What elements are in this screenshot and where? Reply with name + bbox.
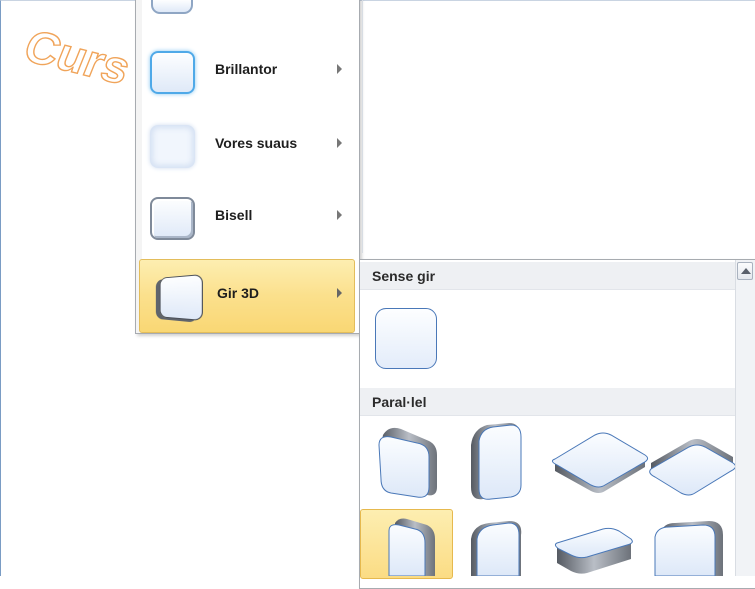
section-title: Paral·lel xyxy=(372,394,427,410)
menu-item-label: Vores suaus xyxy=(215,135,298,151)
glow-effect-icon xyxy=(150,51,195,94)
menu-item-glow[interactable]: Brillantor xyxy=(138,36,354,108)
shadow-effect-icon[interactable] xyxy=(151,0,193,14)
menu-item-3d-rotation[interactable]: Gir 3D xyxy=(139,259,355,333)
preset-off-axis-1-left[interactable] xyxy=(378,427,437,498)
preset-isometric-left-down[interactable] xyxy=(554,527,633,574)
bevel-effect-icon xyxy=(150,197,195,240)
scroll-up-button[interactable] xyxy=(737,262,753,280)
parallel-presets-row-1 xyxy=(378,423,735,500)
submenu-arrow-icon xyxy=(337,138,342,148)
parallel-presets-row-2 xyxy=(388,518,723,577)
submenu-arrow-icon xyxy=(337,64,342,74)
preset-isometric-top-up[interactable] xyxy=(551,432,649,493)
preset-isometric-bottom-down[interactable] xyxy=(649,439,735,496)
menu-item-label: Gir 3D xyxy=(217,285,260,301)
submenu-arrow-icon xyxy=(337,288,342,298)
menu-item-bevel[interactable]: Bisell xyxy=(138,182,354,254)
preset-isometric-right-up[interactable] xyxy=(654,521,723,576)
section-header-parallel: Paral·lel xyxy=(360,388,735,416)
menu-separator xyxy=(362,0,363,253)
menu-item-soft-edges[interactable]: Vores suaus xyxy=(138,110,354,182)
section-header-no-rotation: Sense gir xyxy=(360,262,735,290)
preset-off-axis-2-left[interactable] xyxy=(388,518,435,577)
gallery-scrollbar[interactable] xyxy=(735,260,755,576)
preset-off-axis-1-right[interactable] xyxy=(471,423,522,500)
section-title: Sense gir xyxy=(372,268,436,284)
no-rotation-preset[interactable] xyxy=(375,308,437,369)
preset-off-axis-2-right[interactable] xyxy=(471,521,522,576)
menu-item-label: Bisell xyxy=(215,207,253,223)
submenu-arrow-icon xyxy=(337,210,342,220)
menu-item-label: Brillantor xyxy=(215,61,278,77)
rotation-3d-effect-icon xyxy=(159,273,203,322)
soft-edges-effect-icon xyxy=(150,125,195,168)
